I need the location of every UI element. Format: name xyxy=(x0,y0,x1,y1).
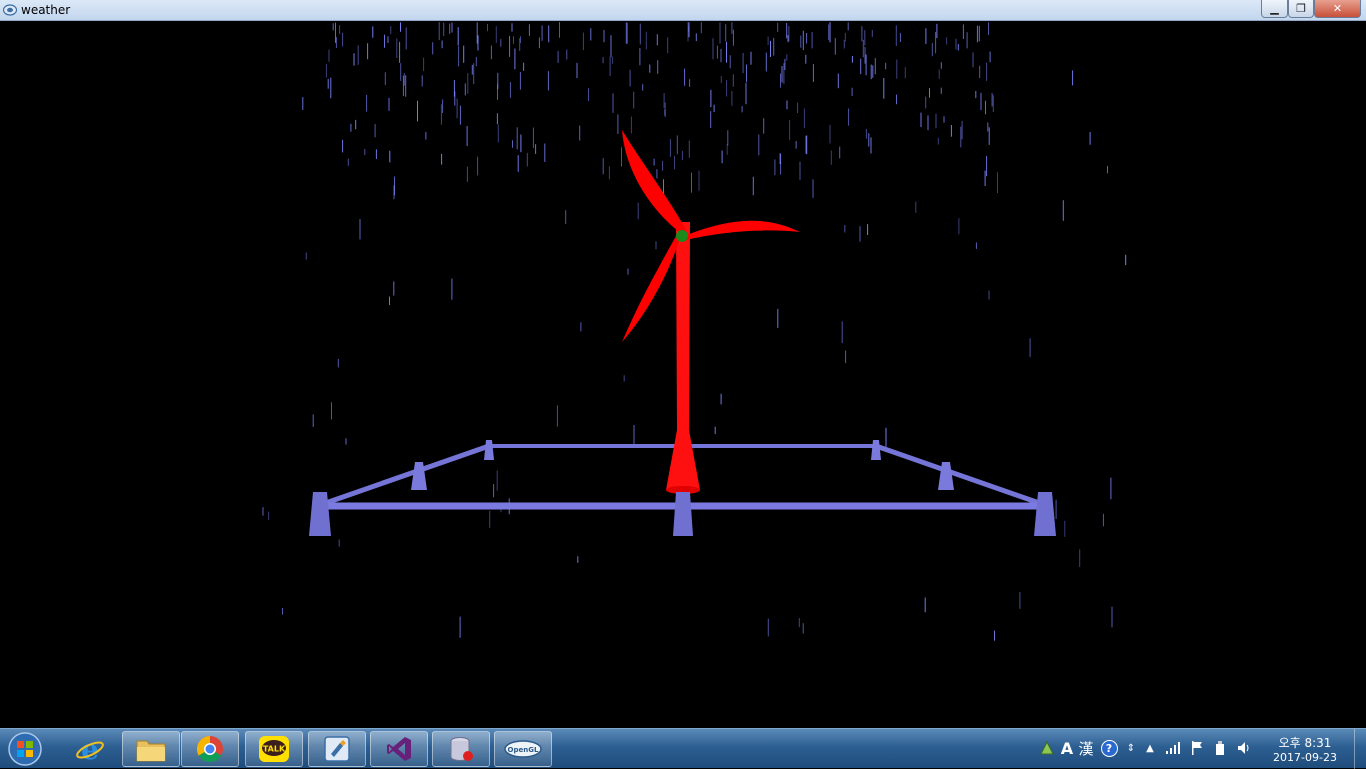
platform-rail-right xyxy=(875,443,1046,508)
turbine-blade xyxy=(684,220,800,240)
show-desktop-button[interactable] xyxy=(1354,729,1366,769)
platform-post xyxy=(871,440,881,460)
turbine-hub xyxy=(676,230,688,242)
help-icon: ? xyxy=(1100,739,1118,757)
platform-front xyxy=(309,492,1056,536)
opengl-icon: OpenGL xyxy=(504,740,542,758)
show-hidden-icons-button[interactable]: ▲ xyxy=(1141,738,1159,758)
window-titlebar[interactable]: weather ▁ ❐ ✕ xyxy=(0,0,1366,21)
kakaotalk-icon: TALK xyxy=(259,736,289,762)
ime-hanja-button[interactable]: 漢 xyxy=(1077,738,1095,758)
clock-time[interactable]: 오후 8:31 xyxy=(1270,734,1340,751)
taskbar-database-app[interactable] xyxy=(432,731,490,767)
database-icon xyxy=(450,737,473,761)
opengl-viewport[interactable] xyxy=(0,21,1366,728)
ime-language-button[interactable]: A xyxy=(1058,738,1076,758)
chrome-icon xyxy=(196,735,223,763)
platform-post xyxy=(309,492,331,536)
close-button[interactable]: ✕ xyxy=(1314,0,1361,18)
rain-particles xyxy=(262,22,1127,641)
platform-post xyxy=(1034,492,1056,536)
internet-explorer-icon: e xyxy=(76,734,104,764)
folder-icon xyxy=(136,740,166,762)
usb-device-icon[interactable] xyxy=(1211,738,1229,758)
app-icon xyxy=(3,4,17,16)
window-title: weather xyxy=(21,3,71,17)
taskbar-tool-app[interactable] xyxy=(308,731,366,767)
windows-logo-icon xyxy=(17,741,24,748)
clock-date[interactable]: 2017-09-23 xyxy=(1266,751,1344,764)
visual-studio-icon xyxy=(387,737,411,761)
taskbar-file-explorer[interactable] xyxy=(122,731,180,767)
taskbar-visual-studio[interactable] xyxy=(370,731,428,767)
network-icon[interactable] xyxy=(1164,738,1182,758)
platform-rail-left xyxy=(319,443,490,508)
svg-text:e: e xyxy=(81,734,99,764)
ime-status-icon[interactable] xyxy=(1038,738,1056,758)
minimize-button[interactable]: ▁ xyxy=(1261,0,1288,18)
platform-post xyxy=(484,440,494,460)
turbine-blade xyxy=(622,236,680,342)
start-button[interactable] xyxy=(5,731,45,767)
svg-text:OpenGL: OpenGL xyxy=(508,746,539,754)
tool-icon xyxy=(324,736,350,762)
help-button[interactable]: ? xyxy=(1100,738,1118,758)
turbine-blade xyxy=(622,130,686,234)
scene-canvas xyxy=(262,22,1127,641)
taskbar-opengl-app[interactable]: OpenGL xyxy=(494,731,552,767)
volume-icon[interactable] xyxy=(1236,738,1254,758)
wind-turbine xyxy=(622,130,800,494)
taskbar-internet-explorer[interactable]: e xyxy=(61,731,119,767)
platform-post xyxy=(673,492,693,536)
taskbar: e TALK OpenGL A 漢 ? ⇕ ▲ 오후 8:31 2017-09-… xyxy=(0,728,1366,769)
svg-text:TALK: TALK xyxy=(263,745,286,754)
taskbar-kakaotalk[interactable]: TALK xyxy=(245,731,303,767)
taskbar-chrome[interactable] xyxy=(181,731,239,767)
ime-options-icon[interactable]: ⇕ xyxy=(1122,738,1140,758)
maximize-button[interactable]: ❐ xyxy=(1288,0,1314,18)
action-center-flag-icon[interactable] xyxy=(1188,738,1206,758)
